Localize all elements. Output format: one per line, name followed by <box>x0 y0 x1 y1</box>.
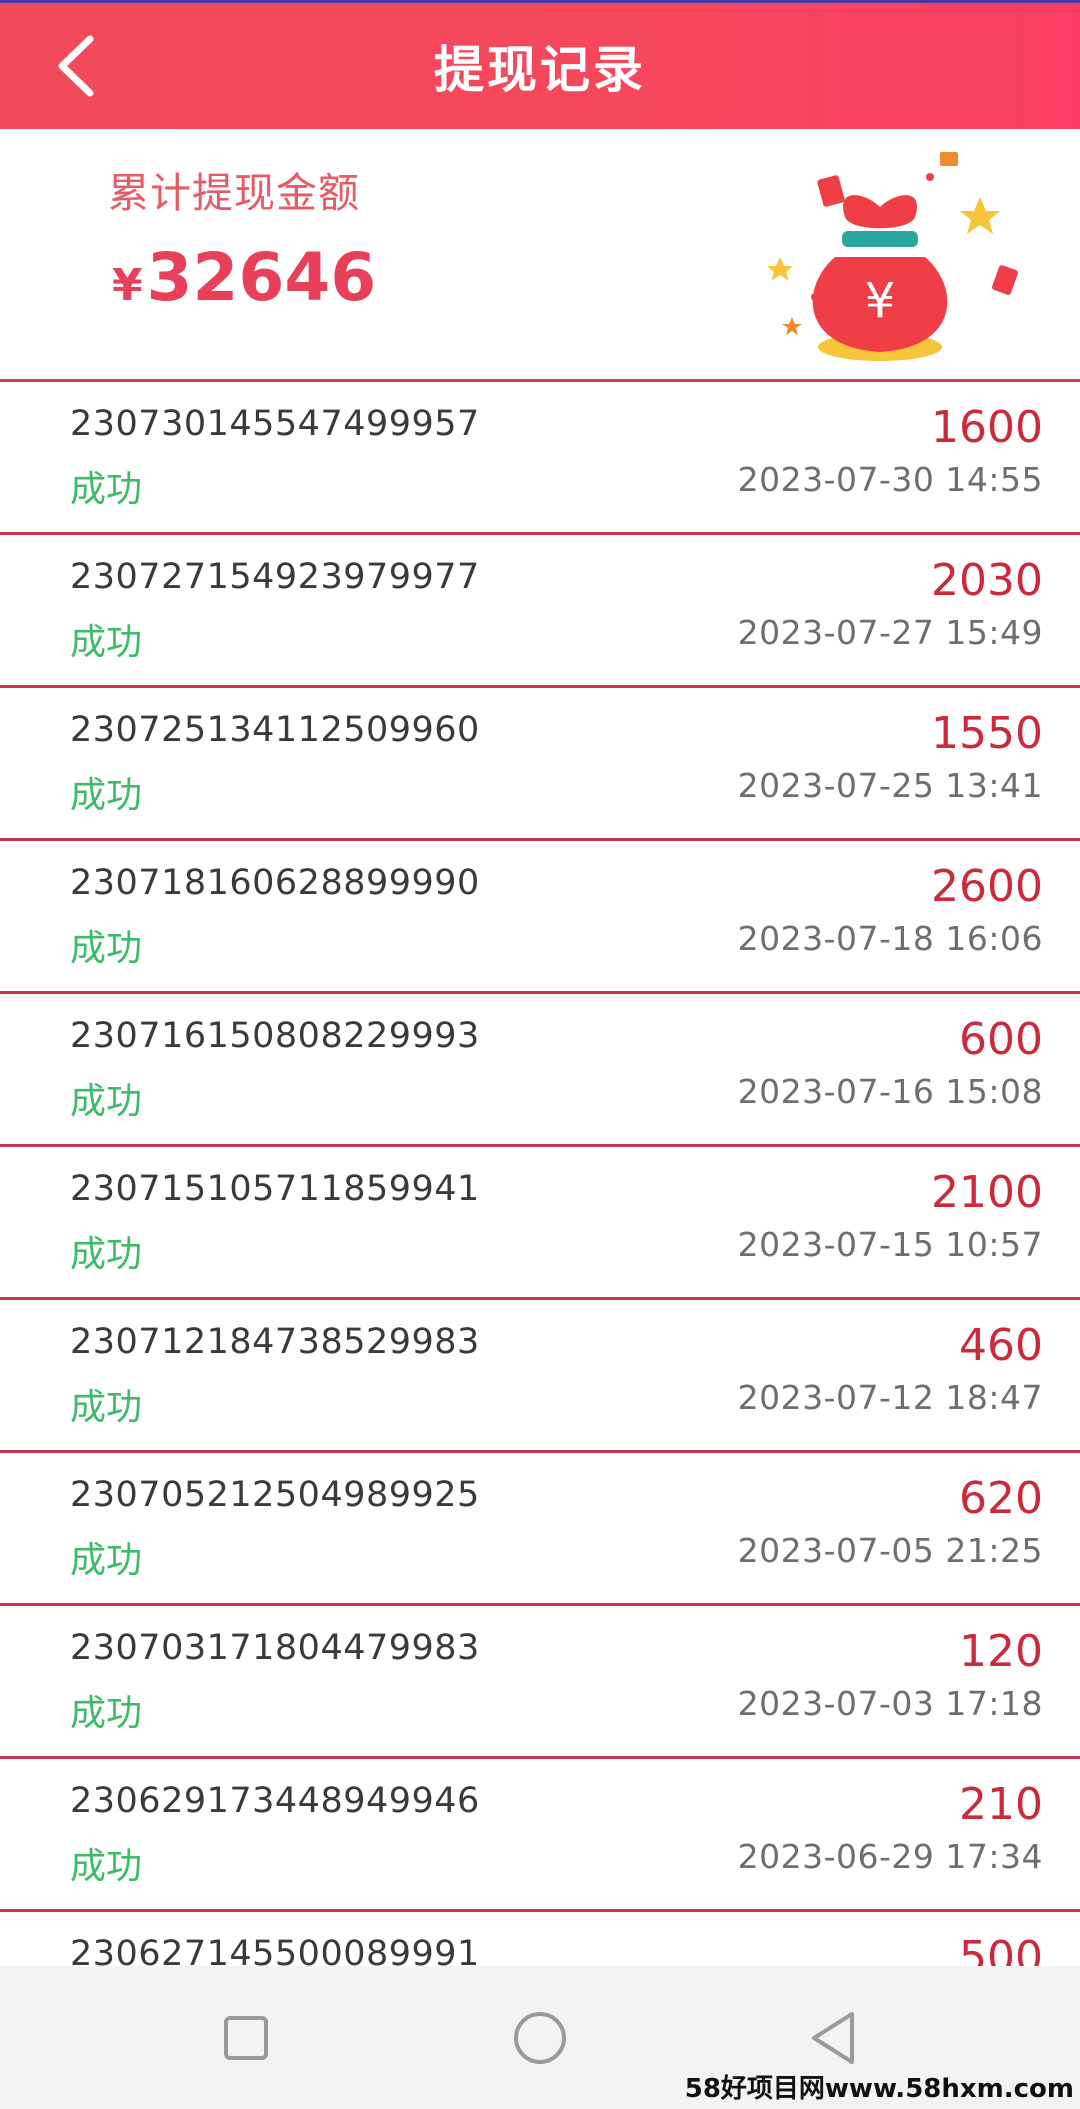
app-header: 提现记录 <box>0 3 1080 129</box>
summary-panel: 累计提现金额 ¥ 32646 ¥ <box>0 129 1080 379</box>
withdraw-time: 2023-07-05 21:25 <box>737 1531 1043 1570</box>
order-number: 230629173448949946 <box>70 1781 480 1821</box>
status-label: 成功 <box>70 469 143 510</box>
order-number: 230716150808229993 <box>70 1016 480 1056</box>
watermark: 58好项目网www.58hxm.com <box>684 2074 1074 2104</box>
record-row[interactable]: 230725134112509960 成功 1550 2023-07-25 13:41 <box>0 688 1080 841</box>
status-label: 成功 <box>70 928 143 969</box>
withdraw-amount: 210 <box>959 1779 1043 1830</box>
order-number: 230727154923979977 <box>70 557 480 597</box>
money-bag-icon: ¥ <box>767 152 1018 361</box>
status-label: 成功 <box>70 1693 143 1734</box>
withdraw-amount: 1550 <box>931 708 1043 759</box>
withdraw-time: 2023-07-27 15:49 <box>737 613 1043 652</box>
order-number: 230712184738529983 <box>70 1322 480 1362</box>
currency-symbol: ¥ <box>112 260 143 311</box>
order-number: 230725134112509960 <box>70 710 480 750</box>
status-label: 成功 <box>70 1081 143 1122</box>
system-nav-bar: 58好项目网www.58hxm.com <box>0 1966 1080 2109</box>
withdraw-amount: 120 <box>959 1626 1043 1677</box>
order-number: 230715105711859941 <box>70 1169 480 1209</box>
record-row[interactable]: 230703171804479983 成功 120 2023-07-03 17:18 <box>0 1606 1080 1759</box>
triangle-back-icon <box>812 2012 854 2064</box>
withdraw-amount: 600 <box>959 1014 1043 1065</box>
withdraw-time: 2023-06-29 17:34 <box>737 1837 1043 1876</box>
record-row[interactable]: 230715105711859941 成功 2100 2023-07-15 10:57 <box>0 1147 1080 1300</box>
withdraw-record-list: 230730145547499957 成功 1600 2023-07-30 14:55… <box>0 382 1080 1972</box>
record-row[interactable]: 230716150808229993 成功 600 2023-07-16 15:08 <box>0 994 1080 1147</box>
home-button[interactable] <box>508 2006 572 2070</box>
total-withdraw-label: 累计提现金额 <box>108 169 360 217</box>
withdraw-time: 2023-07-12 18:47 <box>737 1378 1043 1417</box>
status-label: 成功 <box>70 1234 143 1275</box>
status-label: 成功 <box>70 775 143 816</box>
record-row[interactable]: 230712184738529983 成功 460 2023-07-12 18:47 <box>0 1300 1080 1453</box>
withdraw-amount: 620 <box>959 1473 1043 1524</box>
withdraw-time: 2023-07-18 16:06 <box>737 919 1043 958</box>
chevron-left-icon <box>58 35 94 97</box>
status-label: 成功 <box>70 1387 143 1428</box>
order-number: 230703171804479983 <box>70 1628 480 1668</box>
status-label: 成功 <box>70 622 143 663</box>
withdraw-amount: 2100 <box>931 1167 1043 1218</box>
record-row[interactable]: 230718160628899990 成功 2600 2023-07-18 16:06 <box>0 841 1080 994</box>
withdraw-time: 2023-07-16 15:08 <box>737 1072 1043 1111</box>
recent-apps-button[interactable] <box>214 2006 278 2070</box>
status-label: 成功 <box>70 1540 143 1581</box>
withdraw-amount: 2030 <box>931 555 1043 606</box>
square-icon <box>224 2016 268 2060</box>
total-amount-value: 32646 <box>146 239 377 316</box>
circle-icon <box>514 2012 566 2064</box>
record-row[interactable]: 230730145547499957 成功 1600 2023-07-30 14:55 <box>0 382 1080 535</box>
record-row[interactable]: 230705212504989925 成功 620 2023-07-05 21:25 <box>0 1453 1080 1606</box>
total-withdraw-amount: ¥ 32646 <box>112 239 376 316</box>
order-number: 230718160628899990 <box>70 863 480 903</box>
withdraw-time: 2023-07-03 17:18 <box>737 1684 1043 1723</box>
order-number: 230730145547499957 <box>70 404 480 444</box>
withdraw-amount: 2600 <box>931 861 1043 912</box>
page-title: 提现记录 <box>434 41 646 99</box>
withdraw-time: 2023-07-25 13:41 <box>737 766 1043 805</box>
status-label: 成功 <box>70 1846 143 1887</box>
record-row[interactable]: 230627145500089991 500 <box>0 1912 1080 1972</box>
withdraw-time: 2023-07-15 10:57 <box>737 1225 1043 1264</box>
withdraw-amount: 460 <box>959 1320 1043 1371</box>
system-back-button[interactable] <box>802 2006 866 2070</box>
record-row[interactable]: 230629173448949946 成功 210 2023-06-29 17:34 <box>0 1759 1080 1912</box>
withdraw-time: 2023-07-30 14:55 <box>737 460 1043 499</box>
order-number: 230705212504989925 <box>70 1475 480 1515</box>
record-row[interactable]: 230727154923979977 成功 2030 2023-07-27 15:49 <box>0 535 1080 688</box>
svg-text:¥: ¥ <box>865 273 896 329</box>
withdraw-amount: 1600 <box>931 402 1043 453</box>
back-button[interactable] <box>52 33 106 99</box>
